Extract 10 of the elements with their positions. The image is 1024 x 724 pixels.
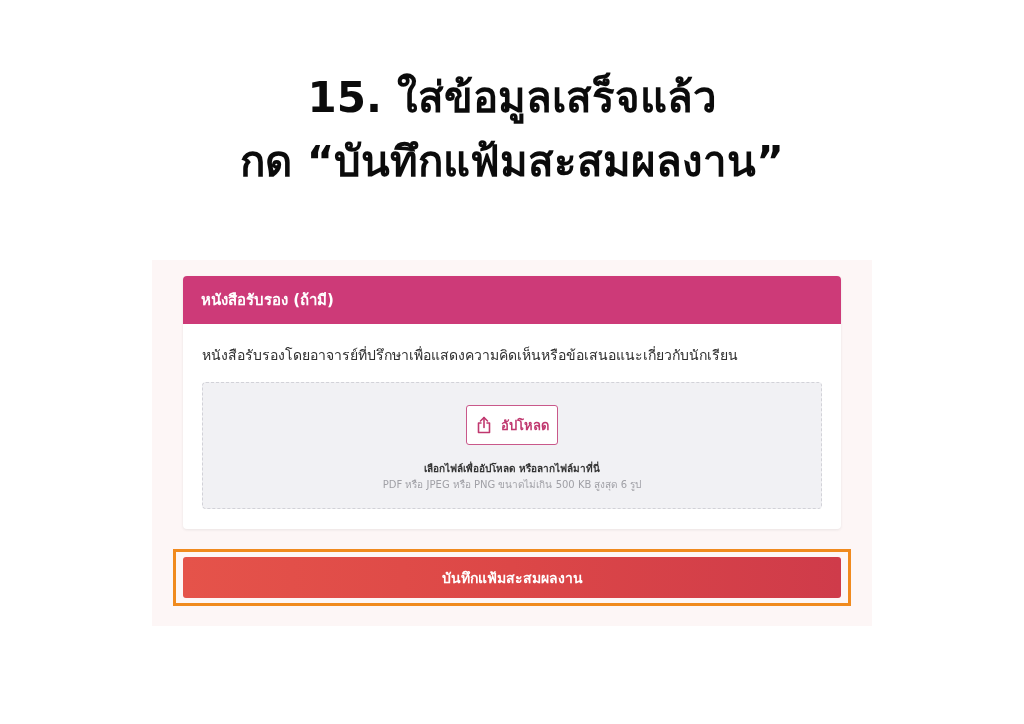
dropzone-hint: PDF หรือ JPEG หรือ PNG ขนาดไม่เกิน 500 KB สูงสุด 6 รูป bbox=[382, 478, 642, 493]
instruction-heading: 15. ใส่ข้อมูลเสร็จแล้ว bbox=[307, 71, 717, 126]
instruction-heading: กด “บันทึกแฟ้มสะสมผลงาน” bbox=[240, 136, 784, 188]
file-dropzone[interactable]: อัปโหลด เลือกไฟล์เพื่ออัปโหลด หรือลากไฟล์มาที่นี่ PDF หรือ JPEG หรือ PNG ขนาดไม่เกิน 500 KB สูงสุด 6 รูป bbox=[202, 382, 822, 509]
dropzone-prompt: เลือกไฟล์เพื่ออัปโหลด หรือลากไฟล์มาที่นี่ bbox=[424, 461, 600, 476]
upload-button[interactable]: อัปโหลด bbox=[466, 405, 558, 445]
card-description: หนังสือรับรองโดยอาจารย์ที่ปรึกษาเพื่อแสดงความคิดเห็นหรือข้อเสนอแนะเกี่ยวกับนักเรียน bbox=[202, 345, 739, 365]
card-title: หนังสือรับรอง (ถ้ามี) bbox=[201, 290, 334, 311]
upload-icon bbox=[475, 416, 493, 434]
save-portfolio-button[interactable]: บันทึกแฟ้มสะสมผลงาน bbox=[183, 557, 841, 598]
